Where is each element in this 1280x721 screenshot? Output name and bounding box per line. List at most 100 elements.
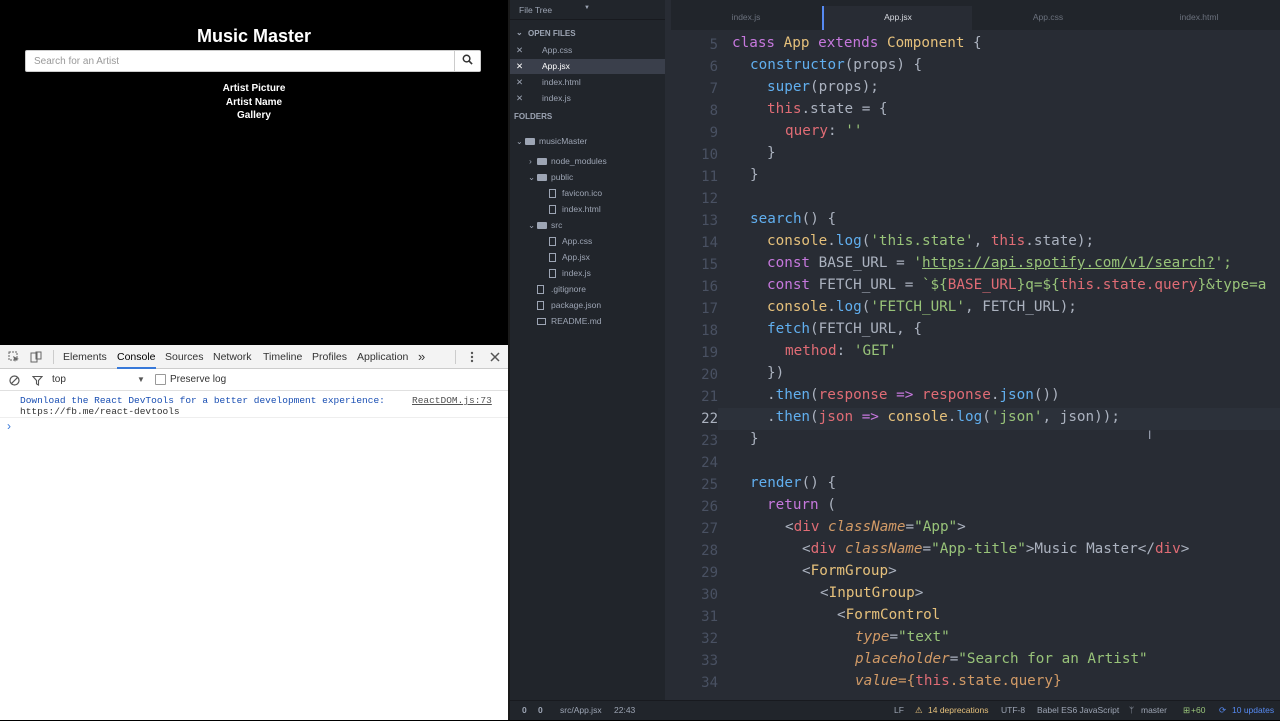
line-number: 10: [701, 147, 718, 163]
tab-profiles[interactable]: Profiles: [312, 345, 347, 369]
chevron-down-icon: ⌄: [516, 137, 523, 146]
code-line: type="text": [855, 629, 950, 645]
error-count[interactable]: 0: [522, 701, 527, 721]
close-icon[interactable]: ✕: [516, 43, 523, 58]
file-icon: [549, 189, 556, 198]
line-number: 20: [701, 367, 718, 383]
tab-timeline[interactable]: Timeline: [263, 345, 302, 369]
console-message-link[interactable]: https://fb.me/react-devtools: [20, 406, 180, 417]
folder-icon: [537, 158, 547, 165]
open-file-item[interactable]: ✕ App.css: [510, 43, 665, 58]
close-icon[interactable]: ✕: [516, 75, 523, 90]
devtools-toolbar: Elements Console Sources Network Timelin…: [0, 345, 508, 369]
git-branch[interactable]: master: [1141, 701, 1167, 721]
deprecations[interactable]: 14 deprecations: [928, 701, 989, 721]
file-readme[interactable]: README.md: [510, 314, 665, 329]
book-icon: [537, 318, 546, 325]
kebab-menu-icon[interactable]: [465, 350, 479, 364]
folder-public[interactable]: ⌄ public: [510, 170, 665, 185]
tab-network[interactable]: Network: [213, 345, 252, 369]
artist-name-text: Artist Name: [225, 97, 283, 108]
gallery-text: Gallery: [237, 110, 271, 121]
artist-picture-text: Artist Picture: [222, 83, 286, 94]
tab-console[interactable]: Console: [117, 345, 156, 369]
line-number-current: 22: [701, 411, 718, 427]
editor-tabs: index.js App.jsx App.css index.html: [671, 0, 1280, 30]
encoding[interactable]: UTF-8: [1001, 701, 1025, 721]
file-app-jsx[interactable]: App.jsx: [510, 250, 665, 265]
open-files-label: OPEN FILES: [528, 29, 576, 38]
code-line: return (: [767, 497, 836, 513]
updates[interactable]: 10 updates: [1232, 701, 1274, 721]
tab-index-html[interactable]: index.html: [1124, 6, 1274, 30]
tab-app-jsx[interactable]: App.jsx: [822, 6, 972, 30]
code-line: super(props);: [767, 79, 879, 95]
close-icon[interactable]: ✕: [516, 59, 523, 74]
file-app-css[interactable]: App.css: [510, 234, 665, 249]
line-number: 14: [701, 235, 718, 251]
console-message-source[interactable]: ReactDOM.js:73: [412, 395, 492, 406]
open-file-item[interactable]: ✕ index.js: [510, 91, 665, 106]
line-number: 31: [701, 609, 718, 625]
device-toolbar-icon[interactable]: [29, 350, 43, 364]
line-number: 5: [709, 37, 718, 53]
search-form: [25, 50, 481, 72]
line-number: 6: [709, 59, 718, 75]
warning-count[interactable]: 0: [538, 701, 543, 721]
diff-count[interactable]: +60: [1191, 701, 1205, 721]
tree-dropdown-icon[interactable]: ▼: [584, 5, 590, 11]
console-filter-bar: top ▼ Preserve log: [0, 369, 508, 391]
code-line: }: [767, 145, 776, 161]
close-devtools-icon[interactable]: [488, 350, 502, 364]
code-line: <div className="App-title">Music Master<…: [802, 541, 1190, 557]
line-number: 26: [701, 499, 718, 515]
file-favicon[interactable]: favicon.ico: [510, 186, 665, 201]
inspect-element-icon[interactable]: [7, 350, 21, 364]
code-line: <FormGroup>: [802, 563, 897, 579]
cursor-position[interactable]: 22:43: [614, 701, 635, 721]
updates-icon: ⟳: [1219, 705, 1227, 715]
code-line: }): [767, 365, 785, 381]
file-index-html[interactable]: index.html: [510, 202, 665, 217]
preserve-log-checkbox[interactable]: [155, 374, 166, 385]
open-files-chevron-icon[interactable]: ⌄: [516, 28, 523, 37]
open-file-item[interactable]: ✕ index.html: [510, 75, 665, 90]
line-number: 13: [701, 213, 718, 229]
line-number: 33: [701, 653, 718, 669]
line-number: 11: [701, 169, 718, 185]
folder-node-modules[interactable]: › node_modules: [510, 154, 665, 169]
context-dropdown-icon[interactable]: ▼: [137, 369, 145, 391]
grammar[interactable]: Babel ES6 JavaScript: [1037, 701, 1119, 721]
tab-elements[interactable]: Elements: [63, 345, 107, 369]
search-input[interactable]: [26, 51, 456, 71]
file-path[interactable]: src/App.jsx: [560, 701, 602, 721]
close-icon[interactable]: ✕: [516, 91, 523, 106]
tab-application[interactable]: Application: [357, 345, 408, 369]
code-area[interactable]: class App extends Component { constructo…: [732, 30, 1280, 700]
line-number: 23: [701, 433, 718, 449]
file-tree-header[interactable]: File Tree ▼: [510, 0, 665, 20]
file-gitignore[interactable]: .gitignore: [510, 282, 665, 297]
file-index-js[interactable]: index.js: [510, 266, 665, 281]
console-message-text: Download the React DevTools for a better…: [20, 395, 385, 406]
line-number: 34: [701, 675, 718, 691]
tab-index-js[interactable]: index.js: [671, 6, 821, 30]
warning-icon: ⚠: [915, 705, 923, 715]
open-file-item-active[interactable]: ✕ App.jsx: [510, 59, 665, 74]
line-ending[interactable]: LF: [894, 701, 904, 721]
file-package-json[interactable]: package.json: [510, 298, 665, 313]
clear-console-icon[interactable]: [7, 373, 21, 387]
more-tabs-button[interactable]: »: [418, 345, 425, 369]
context-select[interactable]: top: [52, 369, 66, 391]
context-select-value: top: [52, 374, 66, 385]
search-button[interactable]: [454, 51, 480, 71]
branch-icon: ᛘ: [1129, 705, 1135, 715]
url-link: https://api.spotify.com/v1/search?: [921, 255, 1215, 271]
console-prompt[interactable]: ›: [7, 419, 11, 433]
tab-sources[interactable]: Sources: [165, 345, 204, 369]
folder-src[interactable]: ⌄ src: [510, 218, 665, 233]
filter-icon[interactable]: [30, 373, 44, 387]
project-folder[interactable]: ⌄ musicMaster: [510, 134, 665, 149]
line-number: 17: [701, 301, 718, 317]
tab-app-css[interactable]: App.css: [973, 6, 1123, 30]
